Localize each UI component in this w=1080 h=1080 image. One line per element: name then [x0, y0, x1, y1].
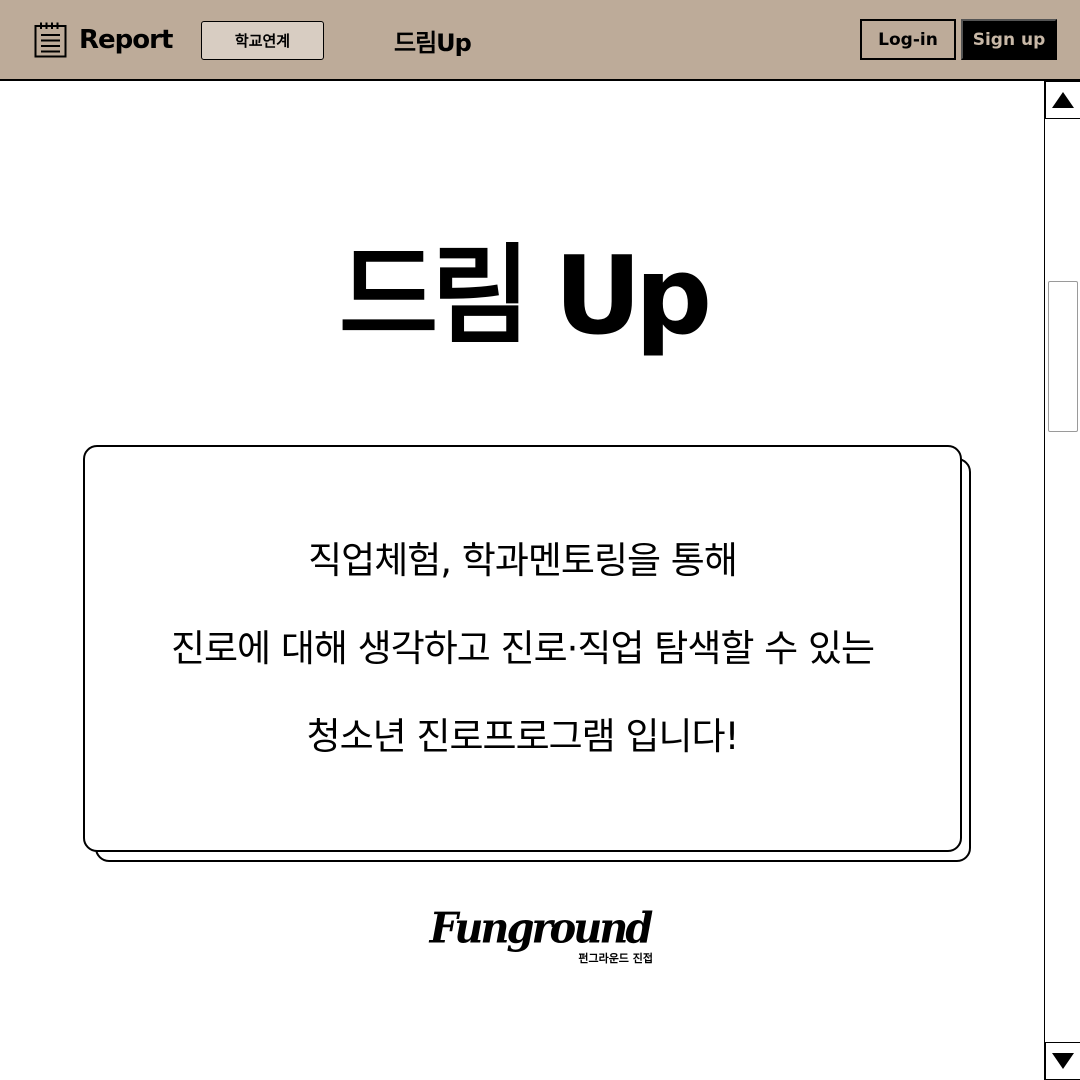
intro-card: 직업체험, 학과멘토링을 통해 진로에 대해 생각하고 진로·직업 탐색할 수 … [83, 445, 962, 852]
login-button[interactable]: Log-in [860, 19, 956, 60]
report-label: Report [79, 25, 173, 55]
vertical-scrollbar[interactable] [1044, 81, 1080, 1080]
funground-logo-mark: Funground [429, 903, 654, 954]
top-header: Report 학교연계 드림Up Log-in Sign up [0, 0, 1080, 81]
funground-logo-subtitle: 펀그라운드 진접 [578, 952, 653, 965]
triangle-down-icon [1052, 1053, 1074, 1069]
funground-logo: Funground 펀그라운드 진접 [425, 904, 655, 969]
brand-link[interactable]: 드림Up [394, 22, 472, 58]
scroll-thumb[interactable] [1048, 281, 1078, 432]
signup-button[interactable]: Sign up [961, 19, 1057, 60]
intro-line-1: 직업체험, 학과멘토링을 통해 [308, 538, 738, 582]
intro-line-2: 진로에 대해 생각하고 진로·직업 탐색할 수 있는 [170, 626, 875, 670]
scroll-down-button[interactable] [1045, 1042, 1080, 1080]
hero-title: 드림 Up [338, 234, 712, 359]
notepad-icon [34, 22, 67, 58]
school-link-button[interactable]: 학교연계 [201, 21, 324, 60]
triangle-up-icon [1052, 92, 1074, 108]
intro-line-3: 청소년 진로프로그램 입니다! [306, 714, 740, 758]
report-link[interactable]: Report [34, 21, 173, 59]
scroll-up-button[interactable] [1045, 81, 1080, 119]
